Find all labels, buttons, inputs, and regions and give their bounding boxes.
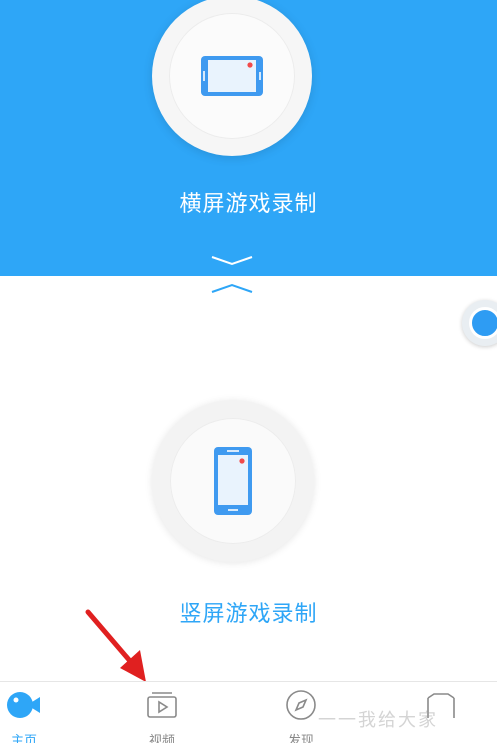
record-bubble-icon (469, 307, 497, 339)
landscape-mode-panel[interactable]: 横屏游戏录制 (0, 0, 497, 276)
chevron-up-icon[interactable] (210, 282, 254, 294)
phone-landscape-icon (201, 56, 263, 96)
app-screen: 横屏游戏录制 竖屏游戏录制 主页 视频 发现 一一我给大家 (0, 0, 497, 743)
nav-item-video[interactable]: 视频 (112, 682, 212, 743)
nav-item-home[interactable]: 主页 (0, 682, 74, 743)
nav-label-discover: 发现 (287, 734, 314, 743)
phone-portrait-icon (214, 447, 252, 515)
watermark-text: 一一我给大家 (318, 710, 438, 731)
video-play-icon (147, 692, 177, 718)
nav-label-video: 视频 (148, 734, 175, 743)
red-arrow-annotation (85, 609, 146, 682)
floating-record-bubble[interactable] (462, 300, 497, 346)
compass-icon (286, 690, 316, 720)
portrait-mode-label: 竖屏游戏录制 (179, 602, 318, 627)
portrait-record-button[interactable] (152, 400, 314, 562)
landscape-mode-label: 横屏游戏录制 (179, 192, 318, 217)
nav-label-home: 主页 (10, 734, 37, 743)
landscape-record-button[interactable] (152, 0, 312, 156)
home-camera-icon (7, 692, 40, 718)
chevron-down-icon[interactable] (210, 254, 254, 266)
